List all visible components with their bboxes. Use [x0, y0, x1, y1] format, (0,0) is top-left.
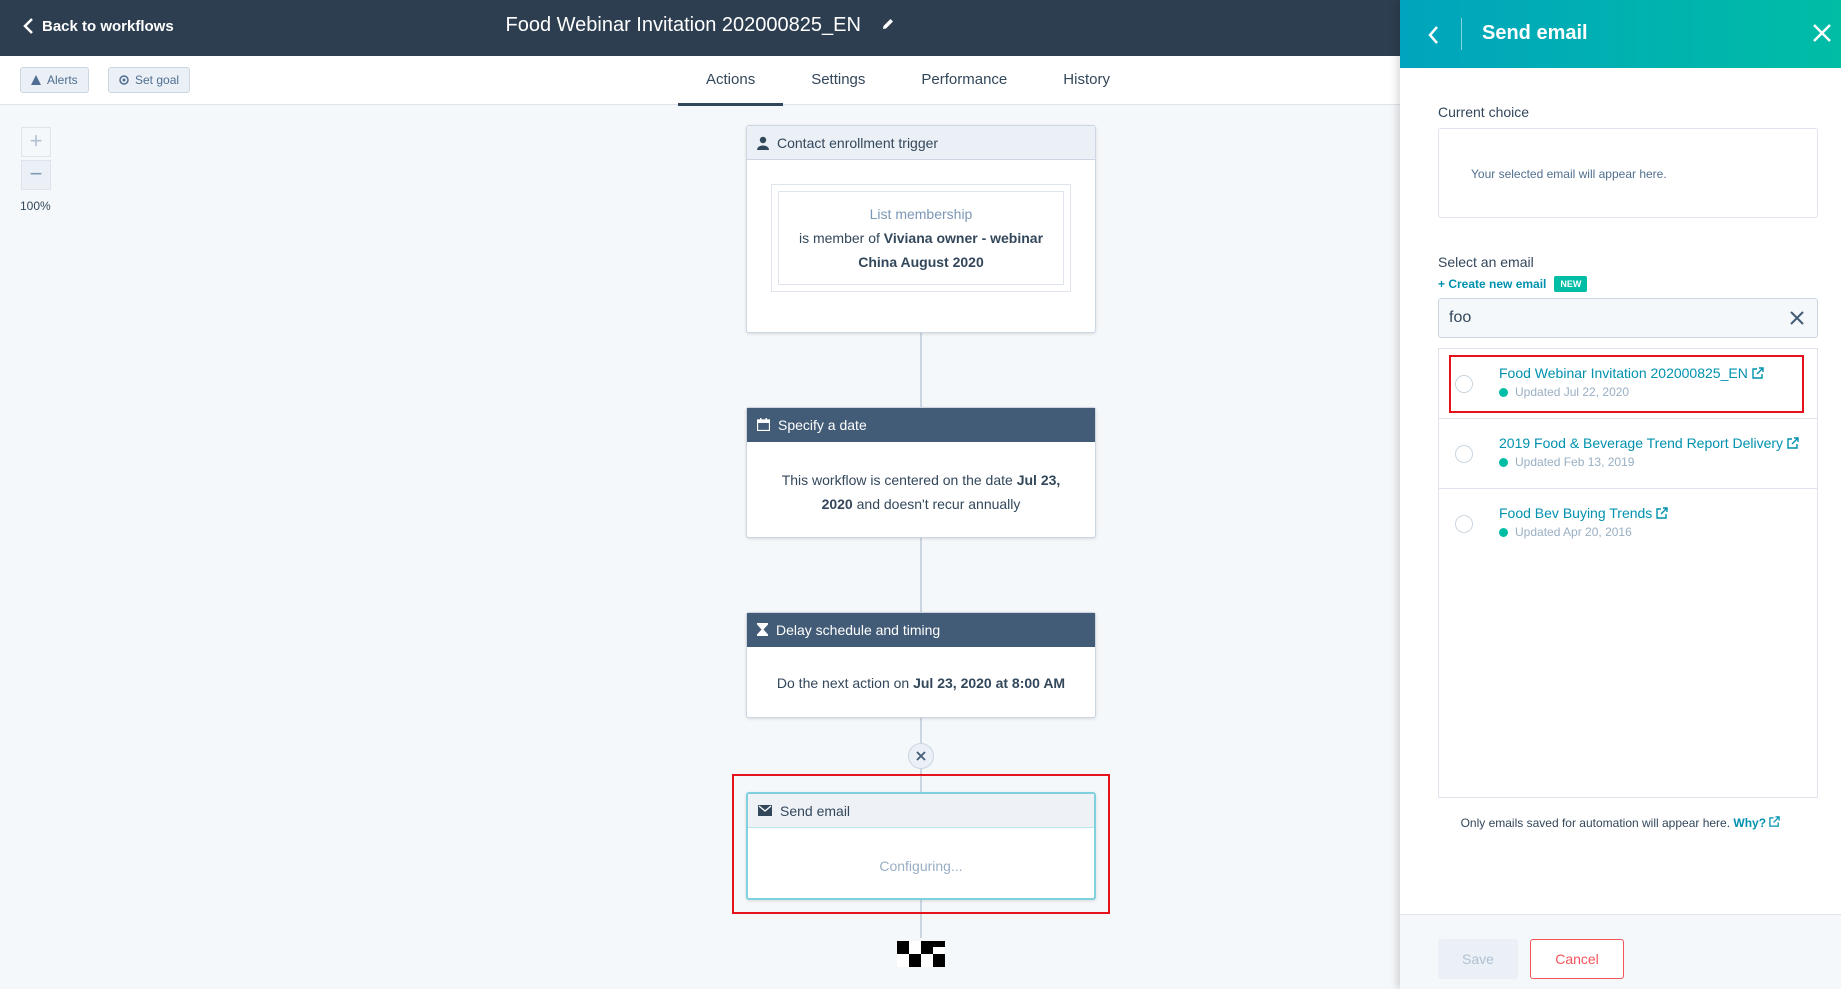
set-goal-button[interactable]: Set goal: [108, 67, 191, 93]
card-header: Delay schedule and timing: [747, 613, 1095, 647]
create-new-email-link[interactable]: + Create new email NEW: [1438, 276, 1588, 292]
delay-datetime: Jul 23, 2020 at 8:00 AM: [913, 675, 1066, 691]
email-radio[interactable]: [1455, 515, 1473, 533]
alerts-button[interactable]: Alerts: [20, 67, 89, 93]
close-icon: [916, 751, 926, 761]
enrollment-trigger-card[interactable]: Contact enrollment trigger List membersh…: [746, 125, 1096, 333]
card-header: Contact enrollment trigger: [747, 126, 1095, 160]
workflow-title[interactable]: Food Webinar Invitation 202000825_EN: [0, 14, 1400, 37]
automation-footnote: Only emails saved for automation will ap…: [1400, 816, 1841, 830]
zoom-level: 100%: [20, 199, 51, 213]
date-text-suffix: and doesn't recur annually: [856, 496, 1021, 512]
filter-description: is member of Viviana owner - webinar Chi…: [787, 226, 1055, 274]
top-header: Back to workflows Food Webinar Invitatio…: [0, 0, 1400, 56]
filter-value: Viviana owner - webinar China August 202…: [858, 230, 1044, 270]
email-search-input[interactable]: [1439, 299, 1769, 337]
panel-title: Send email: [1482, 22, 1588, 44]
select-email-label: Select an email: [1438, 254, 1534, 270]
send-email-card[interactable]: Send email Configuring...: [746, 792, 1096, 900]
date-text-prefix: This workflow is centered on the date: [781, 472, 1013, 488]
email-search-box: [1438, 298, 1818, 338]
pencil-icon[interactable]: [881, 14, 895, 37]
panel-header: Send email: [1400, 0, 1841, 68]
external-link-icon: [1769, 816, 1781, 827]
tab-performance[interactable]: Performance: [893, 56, 1035, 105]
delay-text-prefix: Do the next action on: [776, 675, 910, 691]
card-title: Specify a date: [778, 416, 867, 433]
email-name: 2019 Food & Beverage Trend Report Delive…: [1499, 435, 1784, 451]
current-choice-label: Current choice: [1438, 104, 1530, 120]
delay-card[interactable]: Delay schedule and timing Do the next ac…: [746, 612, 1096, 718]
email-result-item[interactable]: 2019 Food & Beverage Trend Report Delive…: [1439, 419, 1817, 489]
filter-type: List membership: [869, 206, 973, 222]
zoom-in-button[interactable]: +: [21, 127, 51, 157]
zoom-out-button[interactable]: −: [21, 160, 51, 190]
tab-settings[interactable]: Settings: [783, 56, 893, 105]
external-link-icon: [1656, 507, 1669, 519]
workflow-toolbar: Alerts Set goal Actions Settings Perform…: [0, 56, 1400, 106]
target-icon: [119, 75, 129, 85]
email-radio[interactable]: [1455, 445, 1473, 463]
email-results-list: Food Webinar Invitation 202000825_EN Upd…: [1438, 348, 1818, 798]
card-title: Delay schedule and timing: [776, 621, 941, 638]
tab-history[interactable]: History: [1035, 56, 1138, 105]
email-name-link[interactable]: 2019 Food & Beverage Trend Report Delive…: [1499, 435, 1799, 451]
workflow-tabs: Actions Settings Performance History: [678, 56, 1138, 106]
external-link-icon: [1787, 437, 1799, 449]
card-header: Specify a date: [747, 408, 1095, 442]
warning-icon: [31, 75, 41, 85]
remove-action-button[interactable]: [908, 743, 934, 769]
email-updated-text: Updated Apr 20, 2016: [1515, 525, 1632, 539]
calendar-icon: [757, 418, 770, 431]
save-button[interactable]: Save: [1438, 939, 1518, 979]
set-goal-label: Set goal: [135, 73, 180, 87]
connector-line: [920, 538, 922, 612]
filter-prefix: is member of: [798, 230, 880, 246]
card-title: Contact enrollment trigger: [777, 134, 939, 151]
clear-search-icon[interactable]: [1789, 310, 1805, 326]
cancel-button[interactable]: Cancel: [1530, 939, 1624, 979]
panel-footer: Save Cancel: [1400, 914, 1841, 989]
send-email-panel: Send email Current choice Your selected …: [1400, 0, 1841, 989]
footnote-text: Only emails saved for automation will ap…: [1460, 816, 1731, 830]
card-header: Send email: [748, 794, 1094, 828]
email-updated: Updated Apr 20, 2016: [1499, 525, 1632, 539]
close-icon[interactable]: [1811, 22, 1833, 44]
specify-date-card[interactable]: Specify a date This workflow is centered…: [746, 407, 1096, 538]
envelope-icon: [758, 805, 772, 816]
send-email-status: Configuring...: [879, 858, 963, 874]
alerts-label: Alerts: [47, 73, 78, 87]
email-updated: Updated Feb 13, 2019: [1499, 455, 1634, 469]
delay-description: Do the next action on Jul 23, 2020 at 8:…: [747, 647, 1095, 719]
why-link[interactable]: Why?: [1733, 816, 1781, 830]
connector-line: [920, 333, 922, 407]
divider: [1461, 18, 1462, 50]
current-choice-box: Your selected email will appear here.: [1438, 128, 1818, 218]
email-name-link[interactable]: Food Bev Buying Trends: [1499, 505, 1669, 521]
why-link-label: Why?: [1733, 816, 1767, 830]
tab-actions[interactable]: Actions: [678, 56, 784, 106]
card-title: Send email: [780, 802, 851, 819]
person-icon: [757, 136, 769, 150]
current-choice-placeholder: Your selected email will appear here.: [1471, 167, 1667, 181]
email-updated-text: Updated Feb 13, 2019: [1515, 455, 1635, 469]
status-dot: [1499, 527, 1508, 537]
workflow-title-text: Food Webinar Invitation 202000825_EN: [505, 14, 861, 36]
checkered-flag-icon: [897, 941, 945, 967]
trigger-filter-box: List membership is member of Viviana own…: [771, 184, 1071, 292]
email-name: Food Bev Buying Trends: [1499, 505, 1653, 521]
new-badge: NEW: [1554, 276, 1588, 292]
create-link-label: + Create new email: [1438, 277, 1547, 291]
status-dot: [1499, 457, 1508, 467]
chevron-left-icon[interactable]: [1426, 24, 1440, 46]
date-description: This workflow is centered on the date Ju…: [747, 442, 1095, 542]
hourglass-icon: [757, 623, 768, 636]
email-result-item[interactable]: Food Bev Buying Trends Updated Apr 20, 2…: [1439, 489, 1817, 559]
highlight-box: [1449, 355, 1804, 413]
